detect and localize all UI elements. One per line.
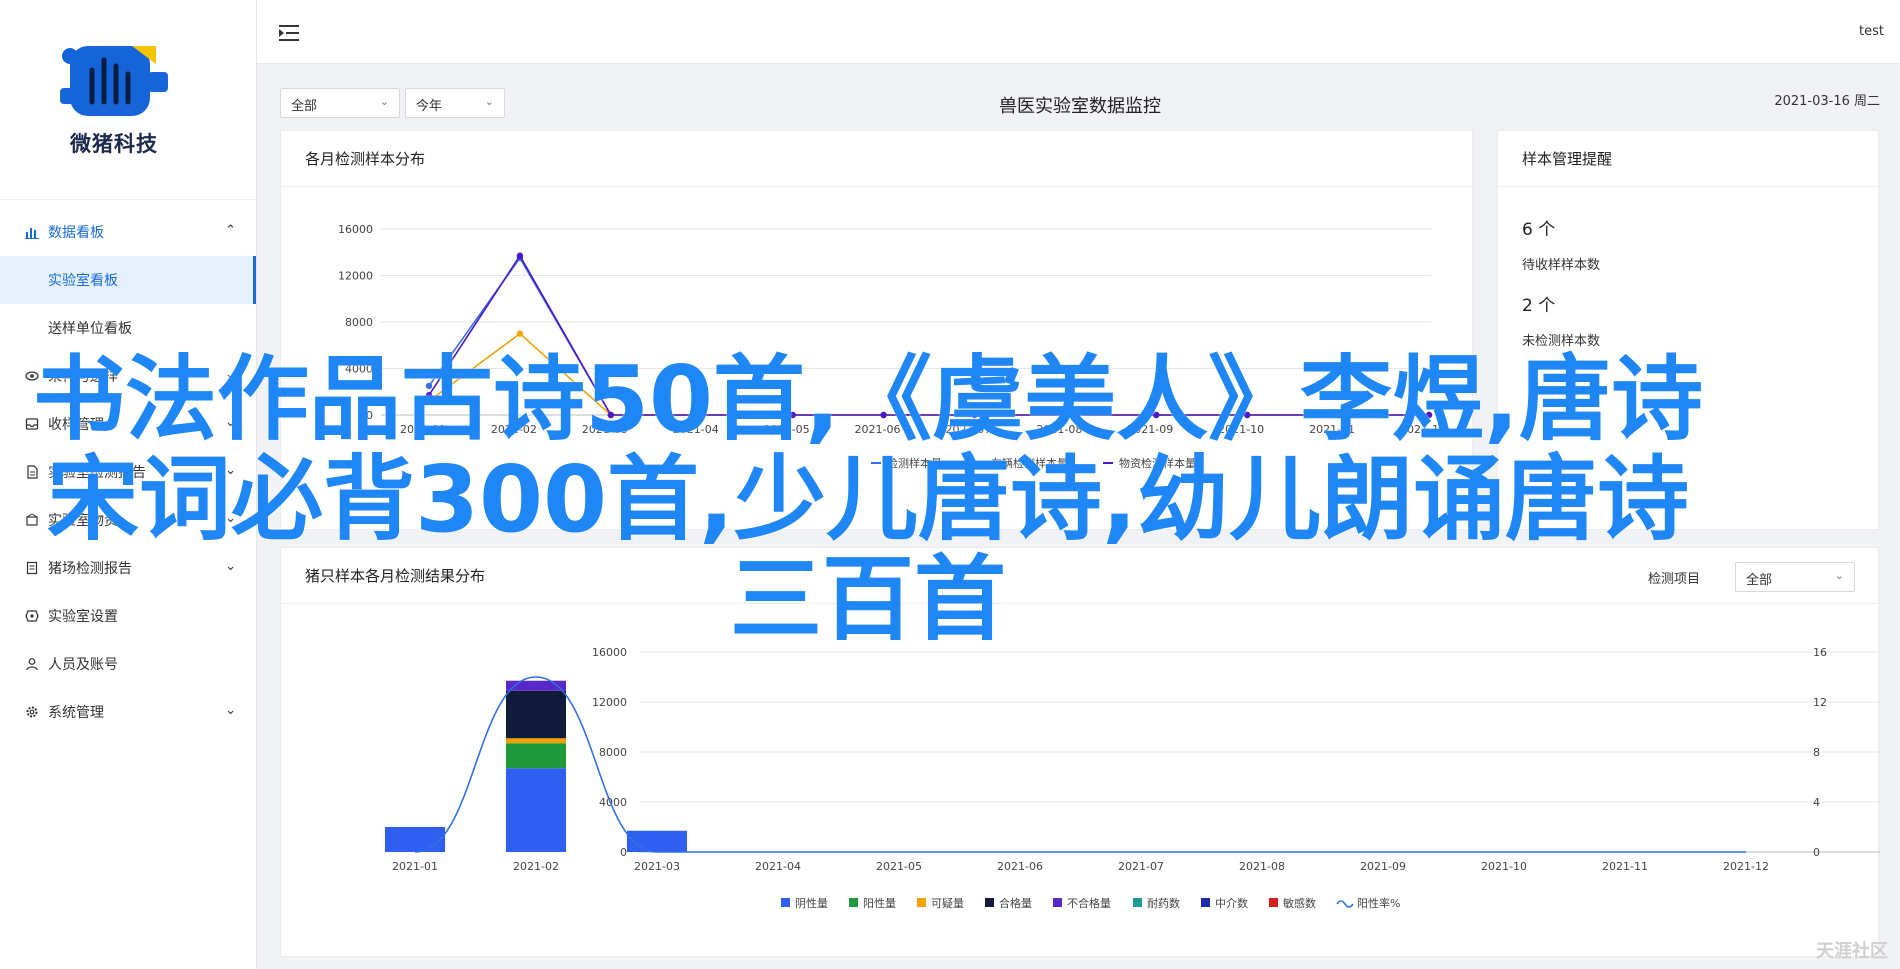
card-title: 样本管理提醒 [1498, 131, 1878, 187]
logo-text: 微猪科技 [70, 132, 158, 156]
results-bar-chart: 040008000120001600004812162021-01 2021-02… [385, 646, 1880, 910]
y-tick-label: 8000 [345, 316, 373, 329]
x-tick-label: 2021-09 [1360, 860, 1406, 873]
overlay-banner: 书法作品古诗50首,《虞美人》李煜,唐诗 宋词必背300首,少儿唐诗,幼儿朗诵唐… [28, 350, 1708, 650]
bar-segment [627, 830, 687, 852]
test-item-select-value: 全部 [1746, 573, 1773, 588]
chevron-down-icon: ⌄ [484, 95, 494, 108]
sidebar-item-label: 数据看板 [48, 225, 104, 241]
y2-tick-label: 8 [1813, 746, 1820, 759]
banner-line-1: 书法作品古诗50首,《虞美人》李煜,唐诗 [33, 346, 1703, 453]
chevron-down-icon: ⌄ [1834, 569, 1844, 582]
gear-icon [24, 704, 40, 720]
x-tick-label: 2021-06 [997, 860, 1043, 873]
x-tick-label: 2021-03 [634, 860, 680, 873]
legend-label: 可疑量 [931, 897, 964, 910]
y-tick-label: 0 [620, 846, 627, 859]
legend-label: 阴性量 [795, 896, 828, 910]
current-date: 2021-03-16 周二 [1774, 94, 1880, 109]
logo-icon [60, 46, 168, 116]
x-tick-label: 2021-07 [1118, 860, 1164, 873]
y2-tick-label: 16 [1813, 646, 1827, 659]
legend-swatch [1133, 898, 1142, 907]
bar-segment [385, 827, 445, 852]
bar-chart-icon [24, 224, 40, 240]
legend-label: 阳性量 [863, 896, 896, 910]
unsent-sample-count: 2 个 [1522, 296, 1556, 316]
sidebar-item-data-board[interactable]: 数据看板 ⌃ [0, 208, 256, 256]
y2-tick-label: 12 [1813, 696, 1827, 709]
top-bar: test [257, 0, 1900, 64]
chevron-down-icon: ⌄ [379, 95, 389, 108]
x-tick-label: 2021-12 [1723, 860, 1769, 873]
x-tick-label: 2021-01 [392, 860, 438, 873]
sidebar-item-label: 人员及账号 [48, 657, 118, 673]
user-icon [24, 656, 40, 672]
legend-swatch [781, 898, 790, 907]
x-tick-label: 2021-10 [1481, 860, 1527, 873]
watermark: 天涯社区 [1816, 941, 1888, 962]
sidebar-item-system[interactable]: 系统管理 ⌄ [0, 688, 256, 736]
pending-sample-count: 6 个 [1522, 220, 1556, 240]
legend-label: 中介数 [1215, 897, 1248, 910]
period-select-value: 今年 [416, 99, 443, 114]
legend-label: 阳性率% [1357, 896, 1400, 910]
legend-swatch [1201, 898, 1210, 907]
legend-label: 敏感数 [1283, 896, 1316, 910]
chevron-down-icon: ⌄ [225, 703, 236, 718]
card-title: 各月检测样本分布 [281, 131, 1472, 187]
legend-swatch [1053, 898, 1062, 907]
chevron-up-icon: ⌃ [225, 223, 236, 238]
bar-segment [506, 738, 566, 744]
legend-swatch [1336, 900, 1354, 908]
y-tick-label: 12000 [592, 696, 627, 709]
y2-tick-label: 4 [1813, 796, 1820, 809]
scope-select[interactable]: 全部 ⌄ [280, 88, 400, 118]
page-title: 兽医实验室数据监控 [999, 96, 1161, 117]
sidebar-item-label: 送样单位看板 [48, 321, 132, 337]
user-name[interactable]: test [1859, 24, 1884, 39]
data-point [516, 252, 524, 259]
legend-swatch [985, 898, 994, 907]
test-item-select[interactable]: 全部 ⌄ [1735, 562, 1855, 592]
banner-line-3: 三百首 [729, 546, 1006, 653]
period-select[interactable]: 今年 ⌄ [405, 88, 505, 118]
x-tick-label: 2021-08 [1239, 860, 1285, 873]
sidebar-item-label: 系统管理 [48, 705, 104, 721]
y2-tick-label: 0 [1813, 846, 1820, 859]
y-tick-label: 16000 [338, 223, 373, 236]
bar-segment [506, 743, 566, 769]
sidebar-item-lab-board[interactable]: 实验室看板 [0, 256, 256, 304]
scope-select-value: 全部 [291, 99, 318, 114]
x-tick-label: 2021-04 [755, 860, 801, 873]
sidebar-item-sender-board[interactable]: 送样单位看板 [0, 304, 256, 352]
legend-label: 合格量 [999, 896, 1032, 910]
legend-label: 不合格量 [1067, 896, 1111, 910]
data-point [516, 330, 524, 337]
legend-label: 耐药数 [1147, 897, 1180, 910]
y-tick-label: 8000 [599, 746, 627, 759]
legend-swatch [849, 898, 858, 907]
bar-segment [506, 768, 566, 852]
bar-segment [506, 690, 566, 739]
legend-swatch [1269, 898, 1278, 907]
logo: 微猪科技 [0, 0, 256, 200]
x-tick-label: 2021-11 [1602, 860, 1648, 873]
x-tick-label: 2021-02 [513, 860, 559, 873]
x-tick-label: 2021-05 [876, 860, 922, 873]
banner-line-2: 宋词必背300首,少儿唐诗,幼儿朗诵唐诗 [47, 446, 1689, 553]
sidebar-item-label: 实验室看板 [48, 273, 118, 289]
legend-swatch [917, 898, 926, 907]
menu-fold-icon[interactable] [279, 24, 299, 42]
pending-sample-label: 待收样样本数 [1522, 258, 1601, 273]
y-tick-label: 12000 [338, 270, 373, 283]
